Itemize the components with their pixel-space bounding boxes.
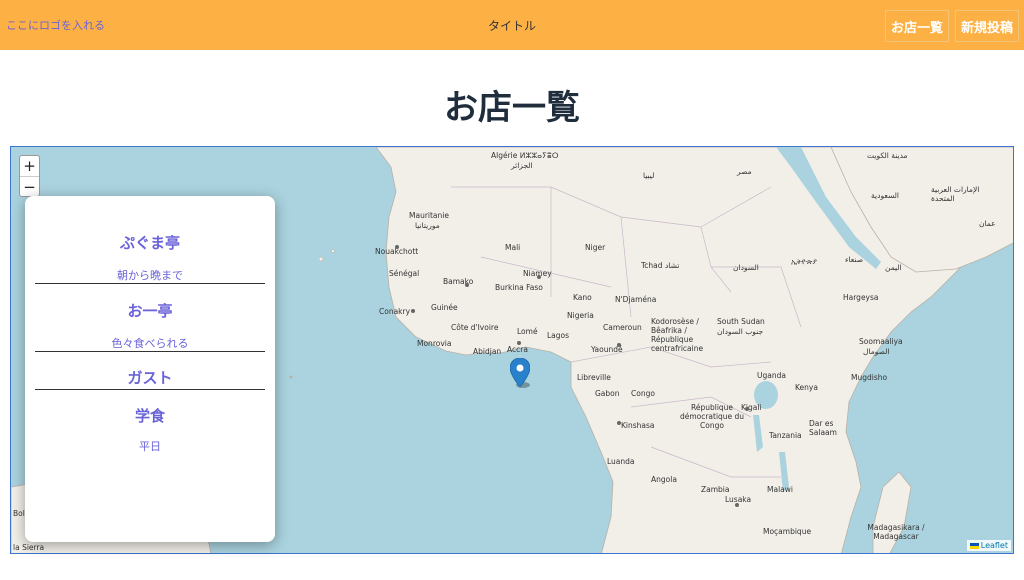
map-label: مصر bbox=[737, 167, 752, 176]
page-title: お店一覧 bbox=[444, 88, 580, 128]
map-label: Uganda bbox=[757, 371, 786, 380]
map-label: Bol bbox=[13, 509, 25, 518]
map-label: Hargeysa bbox=[843, 293, 879, 302]
map-label: N'Djaména bbox=[615, 295, 657, 304]
map-label: Mauritanie bbox=[409, 211, 449, 220]
map-attribution[interactable]: Leaflet bbox=[966, 540, 1011, 551]
map-label: موريتانيا bbox=[415, 221, 440, 230]
map-label: جنوب السودان bbox=[717, 327, 764, 336]
nav-new-post-button[interactable]: 新規投稿 bbox=[955, 10, 1019, 42]
shop-item[interactable]: ガスト bbox=[35, 367, 265, 388]
map-label: Libreville bbox=[577, 373, 611, 382]
shop-name[interactable]: お一亭 bbox=[35, 300, 265, 321]
map-label: la Sierra bbox=[13, 543, 45, 552]
city-dot bbox=[617, 421, 621, 425]
map-label: صنعاء bbox=[845, 255, 864, 264]
zoom-in-button[interactable]: + bbox=[20, 156, 39, 176]
map-label: Conakry bbox=[379, 307, 411, 316]
map-label: Algérie ⵍⵣⵣⴰⵢⴻⵔ bbox=[491, 151, 559, 160]
map-label: Monrovia bbox=[417, 339, 452, 348]
divider bbox=[35, 351, 265, 352]
map-label: الإمارات العربية المتحدة bbox=[931, 185, 980, 203]
map-label: Mugdisho bbox=[851, 373, 888, 382]
map-label: Sénégal bbox=[389, 269, 420, 278]
map-label: Luanda bbox=[607, 457, 635, 466]
attribution-label: Leaflet bbox=[980, 541, 1008, 550]
ukraine-flag-icon bbox=[969, 542, 979, 549]
city-dot bbox=[735, 503, 739, 507]
map-label: ኢትዮጵያ bbox=[791, 257, 817, 266]
map-label: Tchad تشاد bbox=[641, 261, 680, 270]
shop-item[interactable]: ぷぐま亭 朝から晩まで bbox=[35, 232, 265, 283]
map-label: Soomaaliya bbox=[859, 337, 903, 346]
map-label: Dar es Salaam bbox=[809, 419, 837, 437]
map-label: السودان bbox=[733, 263, 759, 272]
map-label: Kinshasa bbox=[621, 421, 655, 430]
map-label: عمان bbox=[979, 219, 996, 228]
app-header: ここにロゴを入れる タイトル お店一覧 新規投稿 bbox=[0, 0, 1024, 50]
map-label: Abidjan bbox=[473, 347, 502, 356]
map-label: السعودية bbox=[871, 191, 900, 200]
map-label: Gabon bbox=[595, 389, 620, 398]
map-label: اليمن bbox=[885, 263, 902, 272]
shop-list-panel: ぷぐま亭 朝から晩まで お一亭 色々食べられる ガスト 学食 平日 bbox=[25, 196, 275, 542]
map-label: مدينة الكويت bbox=[867, 151, 908, 160]
city-dot bbox=[745, 407, 749, 411]
map-label: Côte d'Ivoire bbox=[451, 323, 499, 332]
map-label: Kano bbox=[573, 293, 592, 302]
map-label: Accra bbox=[507, 345, 528, 354]
city-dot bbox=[395, 245, 399, 249]
city-dot bbox=[537, 275, 541, 279]
shop-description: 朝から晩まで bbox=[117, 269, 183, 282]
map-label: ليبيا bbox=[643, 171, 655, 180]
zoom-control: + − bbox=[19, 155, 40, 197]
divider bbox=[35, 283, 265, 284]
map-label: Zambia bbox=[701, 485, 730, 494]
city-dot bbox=[517, 341, 521, 345]
shop-name[interactable]: ぷぐま亭 bbox=[35, 232, 265, 253]
city-dot bbox=[411, 309, 415, 313]
shop-description: 平日 bbox=[139, 440, 161, 453]
city-dot bbox=[465, 283, 469, 287]
divider bbox=[35, 389, 265, 390]
zoom-out-button[interactable]: − bbox=[20, 176, 39, 196]
site-title: タイトル bbox=[487, 19, 536, 33]
map-label: Nigeria bbox=[567, 311, 594, 320]
city-dot bbox=[617, 343, 621, 347]
map-label: Madagasikara / Madagascar bbox=[867, 523, 925, 541]
map-label: Cameroun bbox=[603, 323, 642, 332]
map-label: الصومال bbox=[863, 347, 890, 356]
shop-description: 色々食べられる bbox=[111, 337, 189, 350]
shop-item[interactable]: 学食 平日 bbox=[35, 405, 265, 454]
map-label: Burkina Faso bbox=[495, 283, 543, 292]
map-marker-pin-icon[interactable] bbox=[509, 357, 531, 392]
map-label: Angola bbox=[651, 475, 677, 484]
shop-item[interactable]: お一亭 色々食べられる bbox=[35, 300, 265, 351]
map-label: Congo bbox=[631, 389, 655, 398]
map-label: Niger bbox=[585, 243, 606, 252]
shop-name[interactable]: 学食 bbox=[35, 405, 265, 426]
map-label: Guinée bbox=[431, 303, 458, 312]
map-label: Lomé bbox=[517, 327, 538, 336]
map-label: Kenya bbox=[795, 383, 818, 392]
nav-shop-list-button[interactable]: お店一覧 bbox=[885, 10, 949, 42]
map-label: Malawi bbox=[767, 485, 793, 494]
shop-name[interactable]: ガスト bbox=[35, 367, 265, 388]
map-label: South Sudan bbox=[717, 317, 765, 326]
map-label: Lagos bbox=[547, 331, 570, 340]
map-label: Tanzania bbox=[769, 431, 802, 440]
map-label: الجزائر bbox=[511, 161, 533, 170]
map-label: Mali bbox=[505, 243, 521, 252]
map-label: Moçambique bbox=[763, 527, 812, 536]
